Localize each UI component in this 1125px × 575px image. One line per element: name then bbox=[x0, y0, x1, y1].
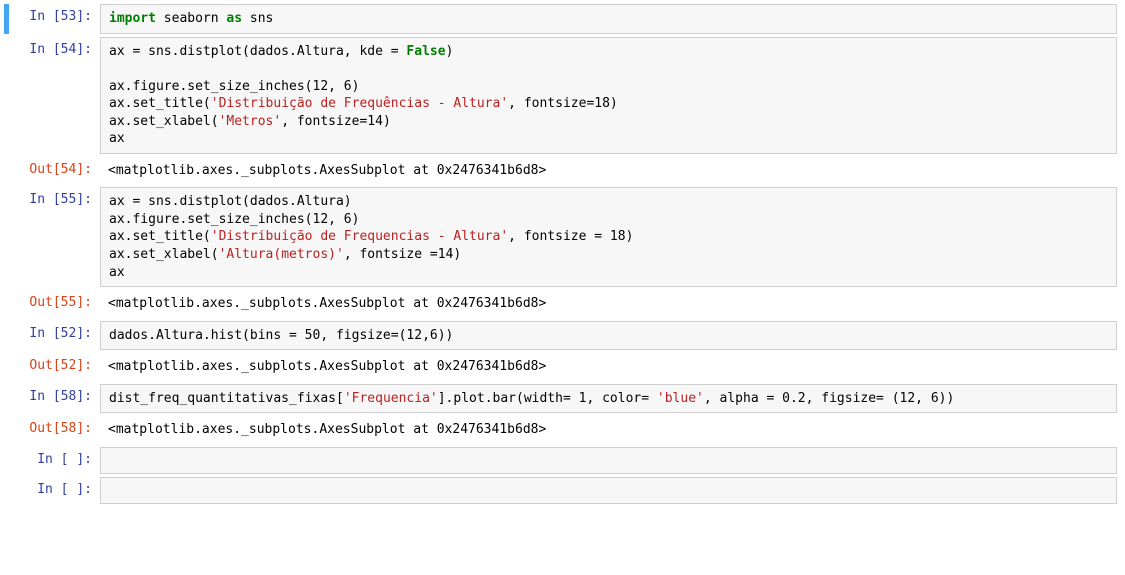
code-token: 'Altura(metros)' bbox=[219, 247, 344, 262]
code-token: , fontsize=18) bbox=[508, 96, 618, 111]
code-token: False bbox=[406, 44, 445, 59]
code-token: , fontsize = 18) bbox=[508, 229, 633, 244]
input-prompt: In [ ]: bbox=[4, 447, 100, 474]
code-token: ax = sns.distplot(dados.Altura, kde = bbox=[109, 44, 406, 59]
output-prompt: Out[58]: bbox=[4, 416, 100, 444]
output-text: <matplotlib.axes._subplots.AxesSubplot a… bbox=[100, 416, 1117, 444]
code-token: ) bbox=[446, 44, 454, 59]
code-token: ax bbox=[109, 265, 125, 280]
code-cell[interactable]: In [52]: dados.Altura.hist(bins = 50, fig… bbox=[4, 321, 1117, 351]
input-prompt: In [ ]: bbox=[4, 477, 100, 504]
code-token: seaborn bbox=[156, 11, 226, 26]
input-prompt: In [58]: bbox=[4, 384, 100, 414]
code-token: , alpha = 0.2, figsize= (12, 6)) bbox=[704, 391, 954, 406]
code-token: dist_freq_quantitativas_fixas[ bbox=[109, 391, 344, 406]
output-prompt: Out[55]: bbox=[4, 290, 100, 318]
code-token: dados.Altura.hist(bins = 50, figsize=(12… bbox=[109, 328, 453, 343]
code-token: sns bbox=[242, 11, 273, 26]
code-token: ax.set_title( bbox=[109, 96, 211, 111]
code-cell[interactable]: In [54]:ax = sns.distplot(dados.Altura, … bbox=[4, 37, 1117, 154]
output-text: <matplotlib.axes._subplots.AxesSubplot a… bbox=[100, 157, 1117, 185]
code-input[interactable] bbox=[100, 447, 1117, 474]
code-token: ax.figure.set_size_inches(12, 6) bbox=[109, 212, 359, 227]
output-cell: Out[55]:<matplotlib.axes._subplots.AxesS… bbox=[4, 290, 1117, 318]
code-token: 'Distribuição de Frequencias - Altura' bbox=[211, 229, 508, 244]
output-cell: Out[54]:<matplotlib.axes._subplots.AxesS… bbox=[4, 157, 1117, 185]
code-input[interactable]: dados.Altura.hist(bins = 50, figsize=(12… bbox=[100, 321, 1117, 351]
code-token: ax.figure.set_size_inches(12, 6) bbox=[109, 79, 359, 94]
code-token: ax.set_xlabel( bbox=[109, 247, 219, 262]
code-input[interactable]: dist_freq_quantitativas_fixas['Frequenci… bbox=[100, 384, 1117, 414]
code-token: 'Distribuição de Frequências - Altura' bbox=[211, 96, 508, 111]
output-prompt: Out[52]: bbox=[4, 353, 100, 381]
code-token: as bbox=[226, 11, 242, 26]
code-token: ].plot.bar(width= 1, color= bbox=[438, 391, 657, 406]
code-token: 'Metros' bbox=[219, 114, 282, 129]
output-text: <matplotlib.axes._subplots.AxesSubplot a… bbox=[100, 290, 1117, 318]
input-prompt: In [52]: bbox=[4, 321, 100, 351]
input-prompt: In [53]: bbox=[4, 4, 100, 34]
code-cell[interactable]: In [53]:import seaborn as sns bbox=[4, 4, 1117, 34]
code-token: import bbox=[109, 11, 156, 26]
output-cell: Out[58]:<matplotlib.axes._subplots.AxesS… bbox=[4, 416, 1117, 444]
output-prompt: Out[54]: bbox=[4, 157, 100, 185]
code-cell[interactable]: In [58]:dist_freq_quantitativas_fixas['F… bbox=[4, 384, 1117, 414]
code-input[interactable]: import seaborn as sns bbox=[100, 4, 1117, 34]
output-text: <matplotlib.axes._subplots.AxesSubplot a… bbox=[100, 353, 1117, 381]
code-token: 'Frequencia' bbox=[344, 391, 438, 406]
code-input[interactable]: ax = sns.distplot(dados.Altura) ax.figur… bbox=[100, 187, 1117, 287]
code-input[interactable]: ax = sns.distplot(dados.Altura, kde = Fa… bbox=[100, 37, 1117, 154]
code-token: , fontsize =14) bbox=[344, 247, 461, 262]
input-prompt: In [54]: bbox=[4, 37, 100, 154]
code-input[interactable] bbox=[100, 477, 1117, 504]
code-cell[interactable]: In [ ]: bbox=[4, 477, 1117, 504]
code-token: ax.set_xlabel( bbox=[109, 114, 219, 129]
notebook-container: In [53]:import seaborn as snsIn [54]:ax … bbox=[4, 4, 1117, 504]
code-token: ax.set_title( bbox=[109, 229, 211, 244]
output-cell: Out[52]:<matplotlib.axes._subplots.AxesS… bbox=[4, 353, 1117, 381]
code-cell[interactable]: In [ ]: bbox=[4, 447, 1117, 474]
code-token: ax bbox=[109, 131, 125, 146]
code-token: ax = sns.distplot(dados.Altura) bbox=[109, 194, 352, 209]
input-prompt: In [55]: bbox=[4, 187, 100, 287]
code-token: 'blue' bbox=[657, 391, 704, 406]
code-cell[interactable]: In [55]:ax = sns.distplot(dados.Altura) … bbox=[4, 187, 1117, 287]
code-token: , fontsize=14) bbox=[281, 114, 391, 129]
